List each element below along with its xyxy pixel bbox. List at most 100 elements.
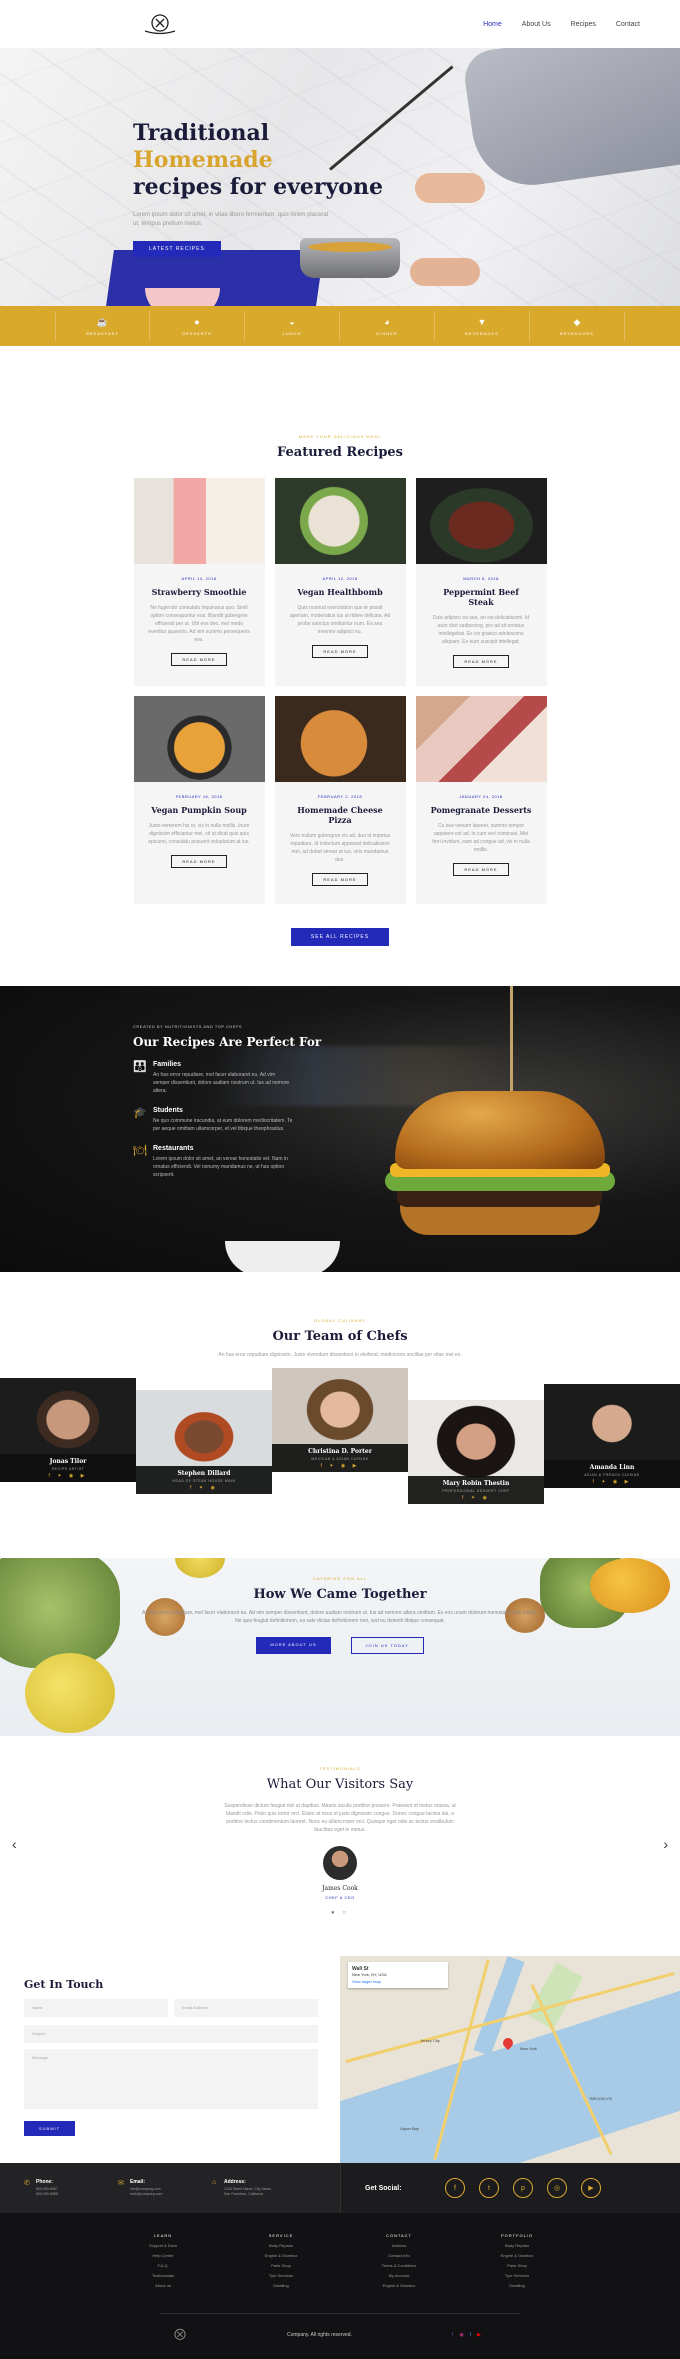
nav-recipes[interactable]: Recipes [571, 21, 596, 28]
footer-link[interactable]: About us [135, 2283, 191, 2288]
join-us-button[interactable]: JOIN US TODAY [350, 1637, 424, 1654]
subject-field[interactable]: Subject [24, 2025, 318, 2043]
nav-about[interactable]: About Us [522, 21, 551, 28]
footer-link[interactable]: Detailing [253, 2283, 309, 2288]
twitter-icon[interactable]: t [479, 2178, 499, 2198]
chef-card[interactable]: Stephen Dillard HEAD OF STEAK HOUSE MAIN f… [136, 1390, 272, 1494]
category-lunch[interactable]: ◒ LUNCH [245, 311, 340, 341]
footer-link[interactable]: Tyre Services [253, 2273, 309, 2278]
footer: LEARN Support & Docs Help Center F.A.Q. … [0, 2213, 680, 2359]
chef-card[interactable]: Christina D. Porter MEXICAN & ASIAN CUISI… [272, 1368, 408, 1472]
footer-link[interactable]: Body Repairs [253, 2243, 309, 2248]
chef-name: Stephen Dillard [177, 1470, 231, 1477]
chef-social-icons[interactable]: f ✦ ◉ [408, 1495, 544, 1501]
footer-link[interactable]: Tyre Services [489, 2273, 545, 2278]
chef-social-icons[interactable]: f ✦ ◉ ▶ [544, 1479, 680, 1485]
recipe-title[interactable]: Vegan Pumpkin Soup [148, 805, 251, 815]
pinterest-icon[interactable]: p [513, 2178, 533, 2198]
footer-link[interactable]: Engine & Gearbox [253, 2253, 309, 2258]
map-label: New York [520, 2046, 537, 2051]
youtube-icon[interactable]: ▶ [581, 2178, 601, 2198]
steak-image[interactable] [415, 478, 547, 564]
recipe-card: JANUARY 24, 2018 Pomegranate Desserts Cu s… [415, 696, 547, 904]
recipe-title[interactable]: Peppermint Beef Steak [430, 587, 533, 607]
chef-social-icons[interactable]: f ✦ ◉ [136, 1485, 272, 1491]
pumpkin-soup-image[interactable] [133, 696, 265, 782]
chef-card[interactable]: Jonas Tilor RECIPE ARTIST f ✦ ◉ ▶ [0, 1378, 136, 1482]
perfect-item-families: 👪 Families An has error repudiare, mel fac… [133, 1061, 333, 1095]
category-breakfast[interactable]: ☕ BREAKFAST [55, 311, 150, 341]
footer-link[interactable]: Address [371, 2243, 427, 2248]
twitter-icon[interactable]: t [470, 2332, 471, 2338]
footer-link[interactable]: F.A.Q. [135, 2263, 191, 2268]
category-beverages-2[interactable]: ◆ BEVERAGES [530, 311, 625, 341]
recipe-title[interactable]: Pomegranate Desserts [430, 805, 533, 815]
category-desserts[interactable]: ● DESSERTS [150, 311, 245, 341]
nav-contact[interactable]: Contact [616, 21, 640, 28]
facebook-icon[interactable]: f [445, 2178, 465, 2198]
footer-logo[interactable] [168, 2328, 192, 2342]
map-embed[interactable]: Jersey City New York BROOKLYN Upper Bay … [340, 1956, 680, 2163]
footer-link[interactable]: My Account [371, 2273, 427, 2278]
healthbomb-image[interactable] [274, 478, 406, 564]
footer-link[interactable]: Help Center [135, 2253, 191, 2258]
instagram-icon[interactable]: ◎ [547, 2178, 567, 2198]
chef-card[interactable]: Amanda Linn ASIAN & FRENCH CUISINE f ✦ ◉ ▶ [544, 1384, 680, 1488]
read-more-button[interactable]: READ MORE [312, 645, 368, 658]
category-beverages[interactable]: ▼ BEVERAGES [435, 311, 530, 341]
site-logo[interactable] [140, 11, 180, 37]
item-text: An has error repudiare, mel facer elabor… [153, 1072, 290, 1094]
chevron-left-icon[interactable]: ‹ [12, 1836, 17, 1852]
read-more-button[interactable]: READ MORE [312, 873, 368, 886]
footer-link[interactable]: Body Repairs [489, 2243, 545, 2248]
read-more-button[interactable]: READ MORE [453, 655, 509, 668]
facebook-icon[interactable]: f [452, 2332, 453, 2338]
chevron-right-icon[interactable]: › [663, 1836, 668, 1852]
smoothie-image[interactable] [133, 478, 265, 564]
slider-dots[interactable]: ● ○ [0, 1910, 680, 1916]
read-more-button[interactable]: READ MORE [171, 653, 227, 666]
email-field[interactable]: Email Address [174, 1999, 318, 2017]
recipe-text: Quis nostrud exercitation quo te possit … [289, 605, 391, 635]
top-nav: Home About Us Recipes Contact [0, 0, 680, 48]
lemon-right-image [590, 1558, 670, 1613]
latest-recipes-button[interactable]: LATEST RECIPES [133, 241, 221, 257]
beverages-icon: ▼ [477, 316, 487, 327]
message-field[interactable]: Message [24, 2049, 318, 2109]
youtube-icon[interactable]: ▶ [477, 2332, 481, 2338]
testimonial-role: CHEF & CEO [325, 1895, 355, 1900]
category-label: BEVERAGES [560, 330, 594, 336]
footer-link[interactable]: Terms & Conditions [371, 2263, 427, 2268]
recipe-title[interactable]: Homemade Cheese Pizza [289, 805, 392, 825]
nav-home[interactable]: Home [483, 21, 502, 28]
social-label: Get Social: [365, 2184, 402, 2192]
map-larger-link[interactable]: View larger map [352, 1979, 444, 1984]
footer-link[interactable]: Testimonials [135, 2273, 191, 2278]
footer-social: f ◉ t ▶ [452, 2332, 481, 2338]
info-address: ⌂ Address: 1234 Street Name, City Name, Sa… [212, 2179, 322, 2197]
footer-bottom: Company. All rights reserved. f ◉ t ▶ [0, 2313, 680, 2345]
pizza-image[interactable] [274, 696, 406, 782]
chef-card[interactable]: Mary Robin Thestin PROFESSIONAL DESSERT C… [408, 1400, 544, 1504]
footer-link[interactable]: Engine & Gearbox [489, 2253, 545, 2258]
see-all-recipes-button[interactable]: SEE ALL RECIPES [290, 928, 390, 946]
read-more-button[interactable]: READ MORE [171, 855, 227, 868]
submit-button[interactable]: SUBMIT [24, 2121, 76, 2136]
recipe-title[interactable]: Strawberry Smoothie [148, 587, 251, 597]
footer-link[interactable]: Detailing [489, 2283, 545, 2288]
category-dinner[interactable]: ◕ DINNER [340, 311, 435, 341]
chef-social-icons[interactable]: f ✦ ◉ ▶ [0, 1473, 136, 1479]
footer-link[interactable]: Support & Docs [135, 2243, 191, 2248]
footer-link[interactable]: Parts Shop [489, 2263, 545, 2268]
name-field[interactable]: Name [24, 1999, 168, 2017]
chef-social-icons[interactable]: f ✦ ◉ ▶ [272, 1463, 408, 1469]
more-about-us-button[interactable]: MORE ABOUT US [256, 1637, 331, 1654]
footer-heading: LEARN [153, 2233, 173, 2238]
footer-link[interactable]: Contact Info [371, 2253, 427, 2258]
recipe-title[interactable]: Vegan Healthbomb [289, 587, 392, 597]
instagram-icon[interactable]: ◉ [459, 2332, 463, 2338]
pomegranate-image[interactable] [415, 696, 547, 782]
read-more-button[interactable]: READ MORE [453, 863, 509, 876]
footer-link[interactable]: Engine & Gearbox [371, 2283, 427, 2288]
footer-link[interactable]: Parts Shop [253, 2263, 309, 2268]
